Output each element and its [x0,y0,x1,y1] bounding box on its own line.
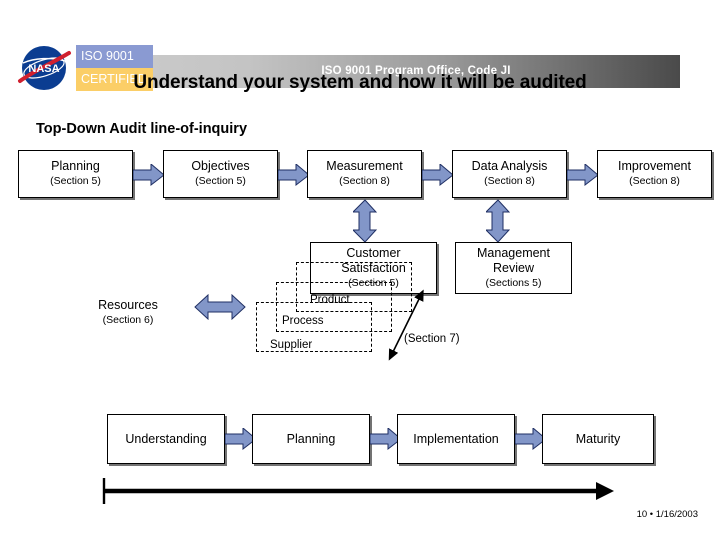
flow-box-objectives[interactable]: Objectives (Section 5) [163,150,278,198]
maturity-box-maturity[interactable]: Maturity [542,414,654,464]
label-resources: Resources (Section 6) [82,298,174,328]
arrow-data-analysis-to-management-review [486,199,510,243]
flow-box-measurement-label: Measurement [326,159,403,173]
box-management-review[interactable]: Management Review (Sections 5) [455,242,572,294]
resources-section: (Section 6) [102,314,154,326]
dashed-label-supplier: Supplier [270,339,313,351]
management-review-section: (Sections 5) [485,276,542,289]
flow-box-improvement-section: (Section 8) [629,175,680,187]
customer-satisfaction-line1: Customer [346,245,401,260]
badge-iso-label: ISO 9001 [76,45,153,68]
arrow-objectives-to-measurement [278,164,310,186]
management-review-line1: Management [477,245,550,260]
flow-box-planning-section: (Section 5) [50,175,101,187]
flow-box-data-analysis[interactable]: Data Analysis (Section 8) [452,150,567,198]
flow-box-data-analysis-section: (Section 8) [484,175,535,187]
diagonal-arrow-section-7 [388,289,424,361]
arrow-measurement-to-data-analysis [422,164,454,186]
maturity-box-maturity-label: Maturity [575,431,621,446]
flow-box-data-analysis-label: Data Analysis [471,159,548,173]
maturity-box-implementation[interactable]: Implementation [397,414,515,464]
flow-box-improvement-label: Improvement [618,159,691,173]
arrow-data-analysis-to-improvement [567,164,599,186]
header-band: ISO 9001 Program Office, Code JI ISO 900… [0,22,720,91]
maturity-box-understanding[interactable]: Understanding [107,414,225,464]
flow-box-measurement[interactable]: Measurement (Section 8) [307,150,422,198]
maturity-box-planning-label: Planning [286,431,336,446]
arrow-resources-bidirectional [194,294,246,320]
maturity-box-understanding-label: Understanding [125,431,207,446]
flow-box-measurement-section: (Section 8) [339,175,390,187]
page-title: Understand your system and how it will b… [133,72,587,93]
section-subtitle: Top-Down Audit line-of-inquiry [36,121,248,137]
arrow-measurement-to-customer-satisfaction [353,199,377,243]
resources-label: Resources [98,298,158,312]
flow-box-planning-label: Planning [51,159,100,173]
timeline-progress-arrow [102,478,614,504]
maturity-box-planning[interactable]: Planning [252,414,370,464]
footer-slide-number-date: 10 • 1/16/2003 [636,509,698,520]
flow-box-planning[interactable]: Planning (Section 5) [18,150,133,198]
maturity-box-implementation-label: Implementation [413,431,499,446]
flow-box-improvement[interactable]: Improvement (Section 8) [597,150,712,198]
management-review-line2: Review [493,260,534,275]
flow-box-objectives-label: Objectives [191,159,250,173]
label-section-7: (Section 7) [404,333,460,345]
arrow-planning-to-objectives [133,164,165,186]
flow-box-objectives-section: (Section 5) [195,175,246,187]
